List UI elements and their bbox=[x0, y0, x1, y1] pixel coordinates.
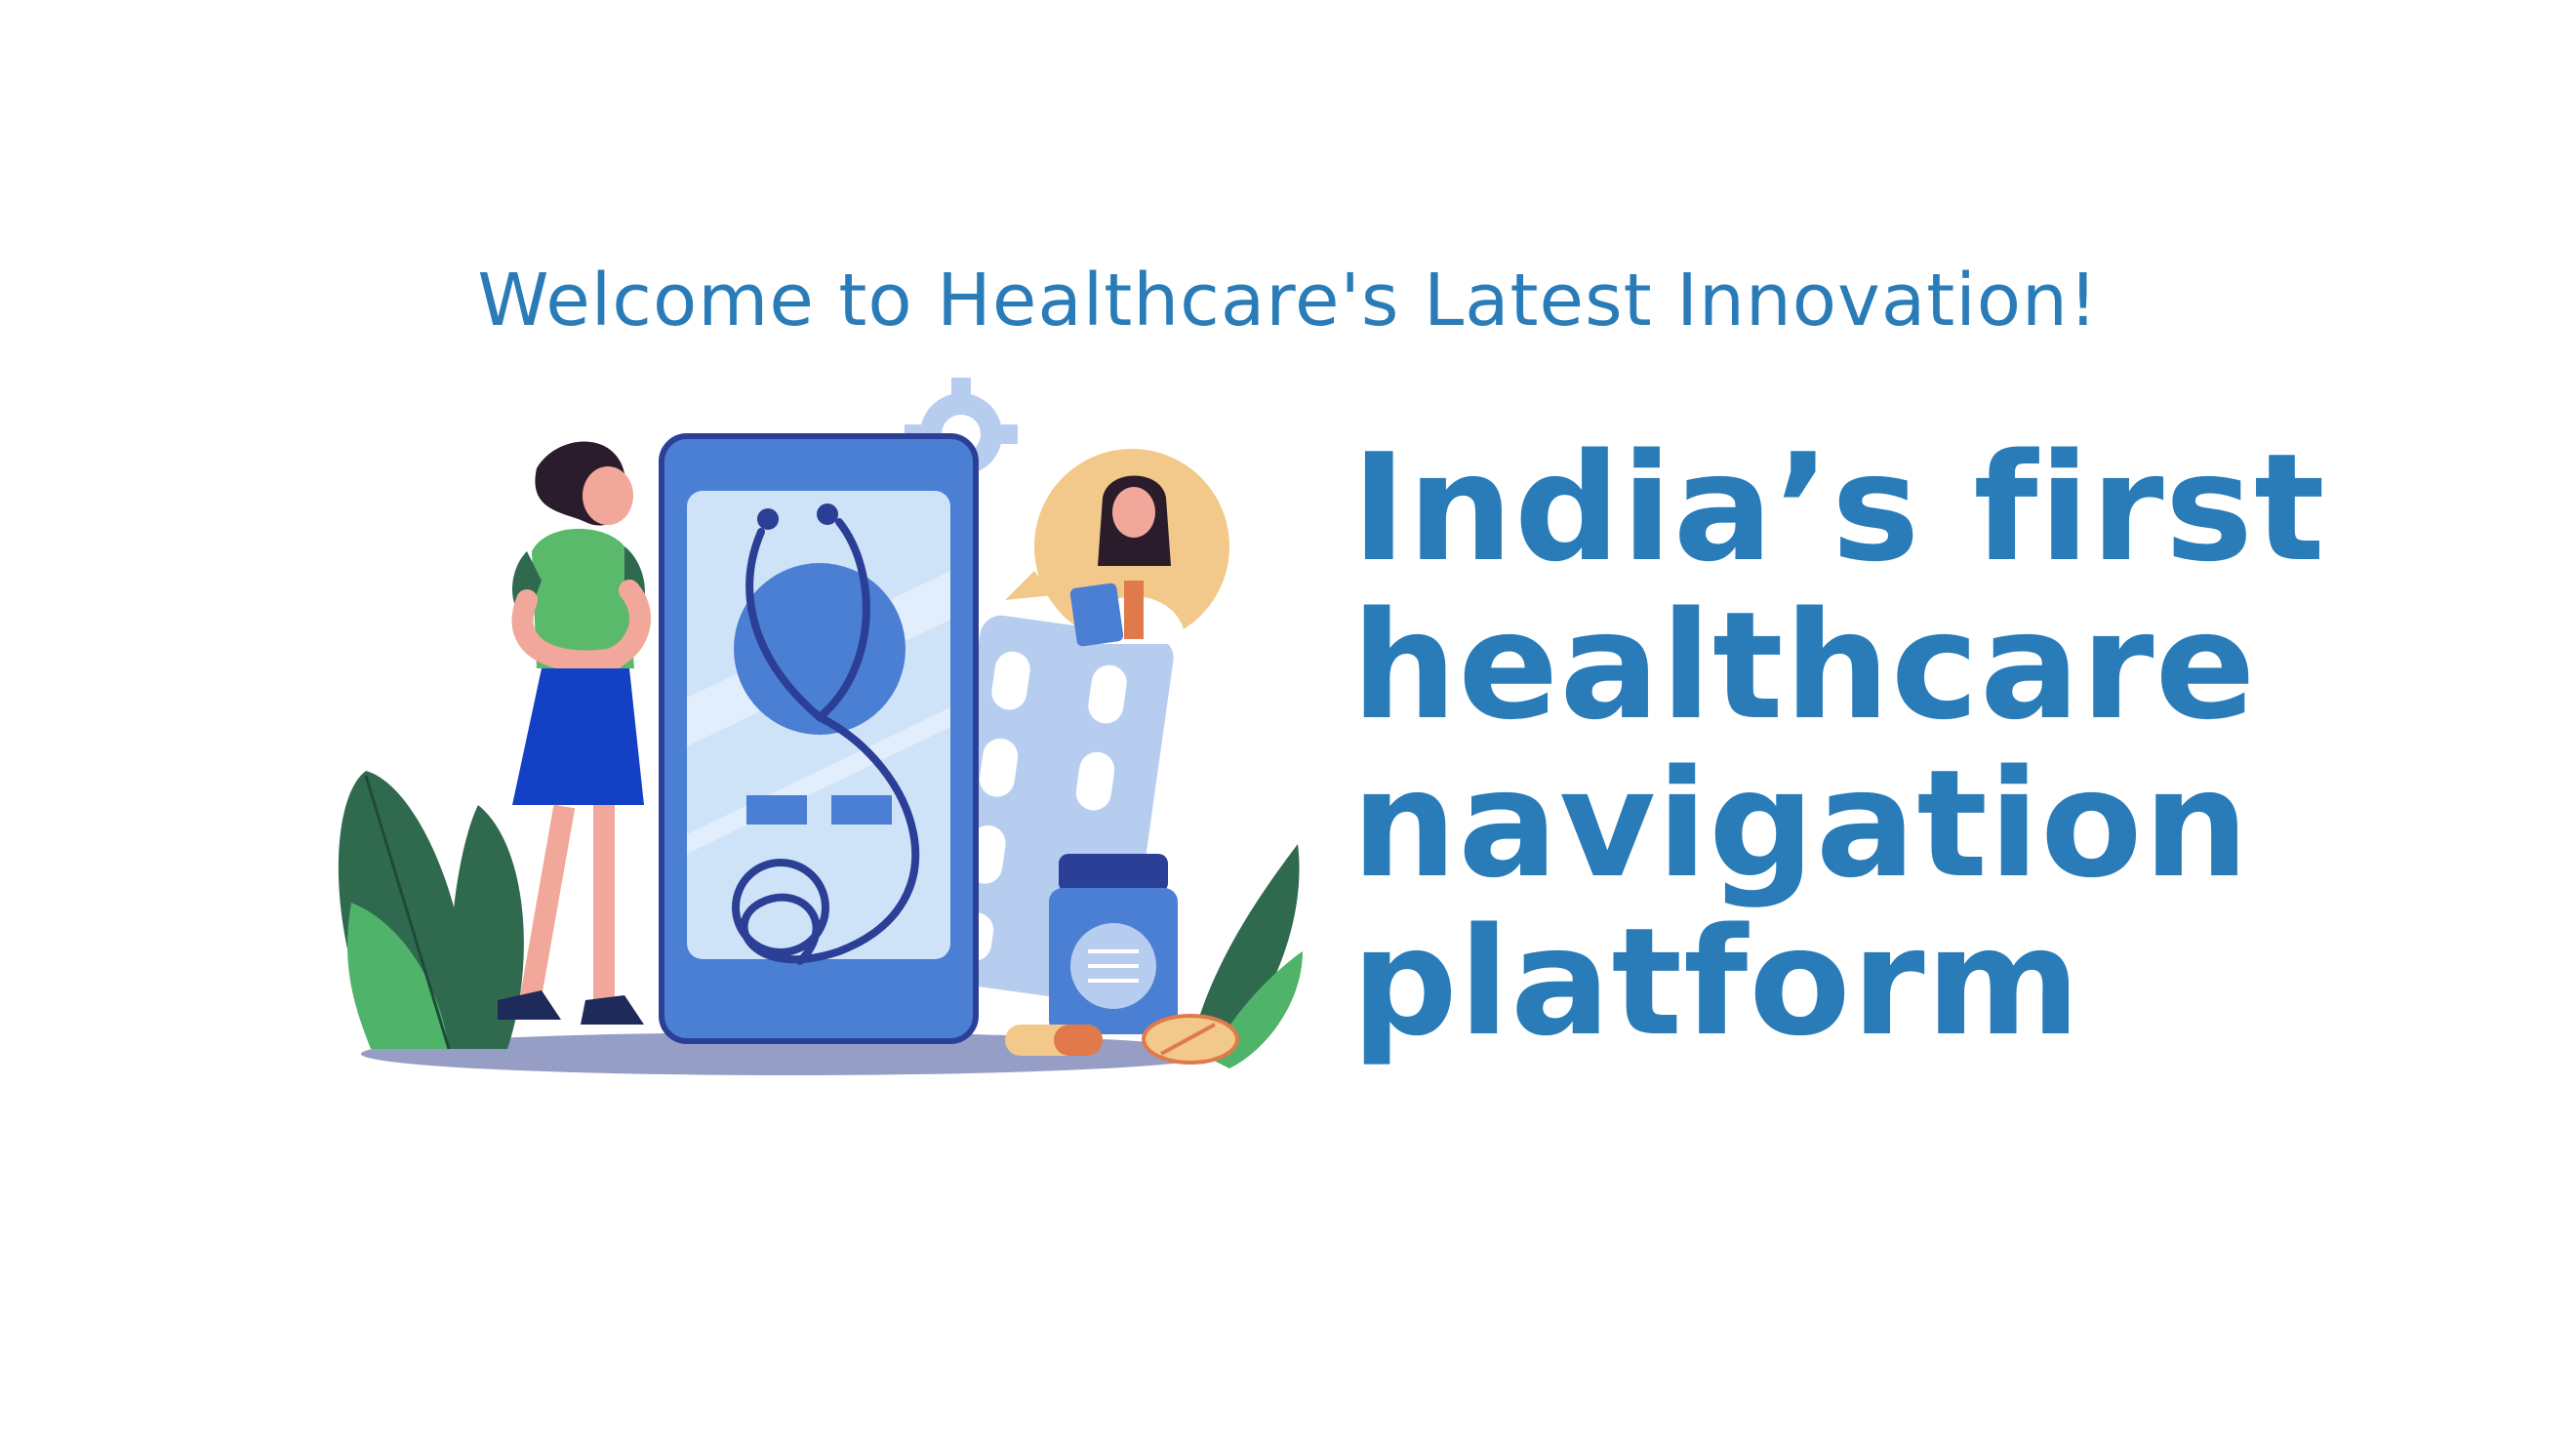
smartphone bbox=[659, 433, 979, 1044]
headline-line-1: India’s first bbox=[1351, 422, 2326, 594]
hero-headline: India’s first healthcare navigation plat… bbox=[1351, 429, 2522, 1062]
leaf-icon bbox=[338, 771, 524, 1050]
headline-line-4: platform bbox=[1351, 896, 2082, 1068]
healthcare-illustration bbox=[338, 378, 1303, 1075]
tablet bbox=[1142, 1014, 1239, 1065]
medicine-bottle bbox=[1049, 854, 1178, 1034]
capsule bbox=[1005, 1025, 1103, 1056]
doctor-avatar bbox=[1005, 449, 1229, 647]
headline-line-2: healthcare bbox=[1351, 580, 2257, 752]
welcome-heading: Welcome to Healthcare's Latest Innovatio… bbox=[477, 259, 2099, 342]
headline-line-3: navigation bbox=[1351, 738, 2250, 910]
